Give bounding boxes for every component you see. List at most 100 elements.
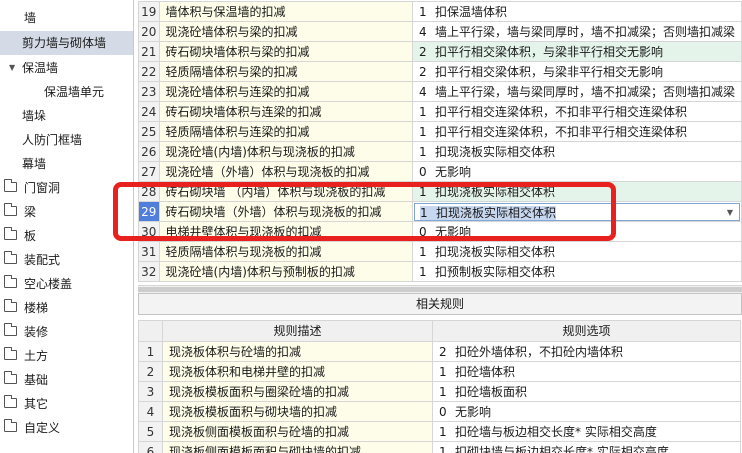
- option-code: 0: [439, 404, 447, 419]
- rule-option-cell[interactable]: 2 扣平行相交梁体积，与梁非平行相交无影响: [411, 41, 742, 62]
- option-text: 扣现浇板实际相交体积: [434, 244, 555, 259]
- tree-item-other[interactable]: 其它: [0, 392, 133, 416]
- table-row[interactable]: 22 轻质隔墙体积与梁的扣减 2 扣平行相交梁体积，与梁非平行相交无影响: [138, 61, 742, 82]
- row-number: 6: [138, 441, 163, 453]
- rule-option-cell[interactable]: 1 扣现浇板实际相交体积 ▼: [411, 201, 742, 222]
- rule-option-cell[interactable]: 1 扣砼墙板面积: [432, 381, 741, 402]
- rule-option-cell[interactable]: 1 扣保温墙体积: [411, 1, 742, 22]
- tree-item-label: 其它: [24, 397, 49, 411]
- caret-down-icon[interactable]: ▼: [9, 56, 15, 80]
- row-number: 23: [138, 81, 160, 102]
- tree-item-civil-defense-door-frame-wall[interactable]: 人防门框墙: [0, 128, 133, 152]
- rule-description: 现浇砼墙体积与连梁的扣减: [158, 81, 413, 102]
- table-row[interactable]: 30 电梯井壁体积与现浇板的扣减 0 无影响: [138, 221, 742, 242]
- rule-option-cell[interactable]: 1 扣现浇板实际相交体积: [411, 241, 742, 262]
- rule-option-cell[interactable]: 1 扣预制板实际相交体积: [411, 261, 742, 282]
- option-text: 扣砼外墙体积，不扣砼内墙体积: [455, 344, 624, 359]
- column-header-description[interactable]: 规则描述: [162, 320, 433, 342]
- tree-item-hollow-floor[interactable]: 空心楼盖: [0, 272, 133, 296]
- tree-item-shear-masonry-wall[interactable]: 剪力墙与砌体墙: [0, 31, 133, 55]
- rule-option-cell[interactable]: 1 扣平行相交连梁体积，不扣非平行相交连梁体积: [411, 101, 742, 122]
- tree-item-insulation-wall[interactable]: ▼ 保温墙: [0, 56, 133, 80]
- table-row[interactable]: 5 现浇板侧面模板面积与砼墙的扣减 1 扣砼墙与板边相交长度* 实际相交高度: [138, 421, 741, 442]
- category-tree[interactable]: 墙 剪力墙与砌体墙 ▼ 保温墙 保温墙单元 墙垛 人防门框墙 幕墙 门窗洞 梁 …: [0, 0, 134, 453]
- option-text: 扣平行相交梁体积，与梁非平行相交无影响: [434, 64, 663, 79]
- rule-option-cell[interactable]: 0 无影响: [411, 161, 742, 182]
- rule-description: 现浇砼墙(内墙)体积与现浇板的扣减: [158, 141, 413, 162]
- rule-option-cell[interactable]: 4 墙上平行梁，墙与梁同厚时，墙不扣减梁；否则墙扣减梁: [411, 21, 742, 42]
- option-text: 扣预制板实际相交体积: [434, 264, 555, 279]
- tree-item-wall[interactable]: 墙: [0, 6, 133, 30]
- rule-option-cell[interactable]: 4 墙上平行梁，墙与梁同厚时，墙不扣减梁；否则墙扣减梁: [411, 81, 742, 102]
- rule-option-dropdown[interactable]: 1 扣现浇板实际相交体积 ▼: [413, 202, 740, 221]
- related-rules-table: 规则描述 规则选项 1 现浇板体积与砼墙的扣减 2 扣砼外墙体积，不扣砼内墙体积 …: [138, 320, 741, 453]
- rule-option-cell[interactable]: 1 扣砼墙与板边相交长度* 实际相交高度: [432, 421, 741, 442]
- tree-item-label: 人防门框墙: [22, 133, 83, 147]
- rule-option-cell[interactable]: 1 扣现浇板实际相交体积: [411, 141, 742, 162]
- table-row-selected[interactable]: 29 砖石砌块墙（外墙）体积与现浇板的扣减 1 扣现浇板实际相交体积 ▼: [138, 201, 742, 222]
- tree-item-custom[interactable]: 自定义: [0, 416, 133, 440]
- tree-item-curtain-wall[interactable]: 幕墙: [0, 152, 133, 176]
- related-rules-button[interactable]: 相关规则: [138, 293, 742, 315]
- table-row[interactable]: 23 现浇砼墙体积与连梁的扣减 4 墙上平行梁，墙与梁同厚时，墙不扣减梁；否则墙扣…: [138, 81, 742, 102]
- table-row[interactable]: 21 砖石砌块墙体积与梁的扣减 2 扣平行相交梁体积，与梁非平行相交无影响: [138, 41, 742, 62]
- tree-item-prefabricated[interactable]: 装配式: [0, 248, 133, 272]
- table-row[interactable]: 28 砖石砌块墙 （内墙）体积与现浇板的扣减 1 扣现浇板实际相交体积: [138, 181, 742, 202]
- column-header-option[interactable]: 规则选项: [432, 320, 741, 342]
- dropdown-arrow-icon[interactable]: ▼: [727, 204, 733, 221]
- table-row[interactable]: 6 现浇板侧面模板面积与砌块墙的扣减 1 扣砌块墙与板边相交长度* 实际相交高度: [138, 441, 741, 453]
- option-text: 墙上平行梁，墙与梁同厚时，墙不扣减梁；否则墙扣减梁: [434, 24, 735, 39]
- table-row[interactable]: 4 现浇板模板面积与砌块墙的扣减 0 无影响: [138, 401, 741, 422]
- row-number-header: [138, 320, 163, 342]
- tree-item-label: 保温墙单元: [44, 85, 105, 99]
- rule-option-cell[interactable]: 1 扣平行相交连梁体积，不扣非平行相交连梁体积: [411, 121, 742, 142]
- tree-item-earthwork[interactable]: 土方: [0, 344, 133, 368]
- option-text: 扣现浇板实际相交体积: [434, 184, 555, 199]
- option-code: 0: [418, 224, 427, 239]
- tree-item-decoration[interactable]: 装修: [0, 320, 133, 344]
- tree-item-label: 空心楼盖: [24, 277, 73, 291]
- table-row[interactable]: 3 现浇板模板面积与圈梁砼墙的扣减 1 扣砼墙板面积: [138, 381, 741, 402]
- rule-option-cell[interactable]: 0 无影响: [411, 221, 742, 242]
- rule-option-cell[interactable]: 0 无影响: [432, 401, 741, 422]
- option-text: 无影响: [455, 404, 492, 419]
- row-number: 20: [138, 21, 160, 42]
- tree-item-label: 板: [24, 229, 37, 243]
- table-row[interactable]: 26 现浇砼墙(内墙)体积与现浇板的扣减 1 扣现浇板实际相交体积: [138, 141, 742, 162]
- tree-item-stairs[interactable]: 楼梯: [0, 296, 133, 320]
- tree-item-foundation[interactable]: 基础: [0, 368, 133, 392]
- tree-item-insulation-wall-unit[interactable]: 保温墙单元: [0, 80, 133, 104]
- tree-item-door-window-opening[interactable]: 门窗洞: [0, 176, 133, 200]
- table-row[interactable]: 31 轻质隔墙体积与现浇板的扣减 1 扣现浇板实际相交体积: [138, 241, 742, 262]
- scrollbar-thumb[interactable]: [138, 287, 742, 292]
- tree-item-slab[interactable]: 板: [0, 224, 133, 248]
- rule-option-cell[interactable]: 1 扣砼墙体积: [432, 361, 741, 382]
- rule-option-cell[interactable]: 2 扣砼外墙体积，不扣砼内墙体积: [432, 341, 741, 362]
- tree-item-label: 门窗洞: [24, 181, 61, 195]
- table-row[interactable]: 1 现浇板体积与砼墙的扣减 2 扣砼外墙体积，不扣砼内墙体积: [138, 341, 741, 362]
- folder-icon: [4, 371, 17, 384]
- rule-option-cell[interactable]: 2 扣平行相交梁体积，与梁非平行相交无影响: [411, 61, 742, 82]
- row-number: 28: [138, 181, 160, 202]
- rule-description: 轻质隔墙体积与梁的扣减: [158, 61, 413, 82]
- tree-item-wall-pier[interactable]: 墙垛: [0, 104, 133, 128]
- table-row[interactable]: 20 现浇砼墙体积与梁的扣减 4 墙上平行梁，墙与梁同厚时，墙不扣减梁；否则墙扣减…: [138, 21, 742, 42]
- table-row[interactable]: 27 现浇砼墙（外墙）体积与现浇板的扣减 0 无影响: [138, 161, 742, 182]
- tree-item-label: 保温墙: [22, 61, 59, 75]
- option-code: 0: [418, 164, 427, 179]
- rule-option-cell[interactable]: 1 扣现浇板实际相交体积: [411, 181, 742, 202]
- table-row[interactable]: 25 轻质隔墙体积与连梁的扣减 1 扣平行相交连梁体积，不扣非平行相交连梁体积: [138, 121, 742, 142]
- table-row[interactable]: 24 砖石砌块墙体积与连梁的扣减 1 扣平行相交连梁体积，不扣非平行相交连梁体积: [138, 101, 742, 122]
- related-rules-grid[interactable]: 规则描述 规则选项 1 现浇板体积与砼墙的扣减 2 扣砼外墙体积，不扣砼内墙体积 …: [138, 320, 742, 453]
- folder-icon: [4, 419, 17, 432]
- table-row[interactable]: 19 墙体积与保温墙的扣减 1 扣保温墙体积: [138, 1, 742, 22]
- folder-icon: [4, 227, 17, 240]
- tree-item-beam[interactable]: 梁: [0, 200, 133, 224]
- table-row[interactable]: 32 现浇砼墙(内墙)体积与预制板的扣减 1 扣预制板实际相交体积: [138, 261, 742, 282]
- horizontal-scrollbar[interactable]: [138, 285, 742, 293]
- option-text: 墙上平行梁，墙与梁同厚时，墙不扣减梁；否则墙扣减梁: [434, 84, 735, 99]
- row-number: 24: [138, 101, 160, 122]
- table-row[interactable]: 2 现浇板体积和电梯井壁的扣减 1 扣砼墙体积: [138, 361, 741, 382]
- deduction-rules-grid[interactable]: 19 墙体积与保温墙的扣减 1 扣保温墙体积 20 现浇砼墙体积与梁的扣减 4 墙上…: [138, 0, 742, 285]
- rule-option-cell[interactable]: 1 扣砌块墙与板边相交长度* 实际相交高度: [432, 441, 741, 453]
